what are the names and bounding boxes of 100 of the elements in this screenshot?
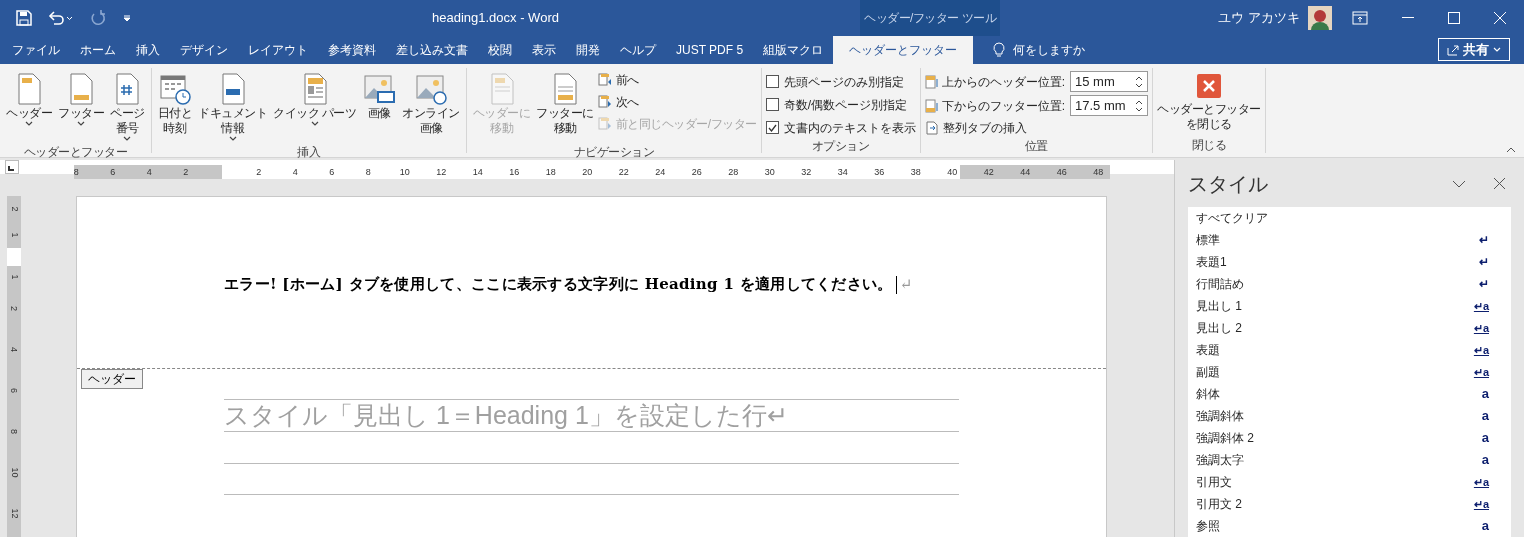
footer-position-icon [924,98,939,113]
character-style-mark: a [1481,385,1489,404]
spin-field[interactable]: 17.5 mm [1070,95,1149,116]
checkbox[interactable] [765,98,779,111]
undo-icon[interactable] [48,10,74,26]
style-item[interactable]: 引用文 ↵a [1188,471,1489,493]
spin-label: 上からのヘッダー位置: [941,73,1066,91]
ribbon-tab[interactable]: ホーム [70,36,126,64]
ribbon-button[interactable]: ドキュメント 情報 [196,68,269,144]
redo-icon[interactable] [90,10,106,26]
linked-style-mark: ↵a [1473,320,1489,336]
ribbon-button[interactable]: 日付と 時刻 [155,68,194,144]
style-item[interactable]: 見出し 2 ↵a [1188,317,1489,339]
ribbon-tab[interactable]: ヘルプ [610,36,666,64]
checkbox-label: 文書内のテキストを表示 [783,119,916,137]
minimize-icon[interactable] [1402,17,1414,19]
ribbon-small-button[interactable]: 次へ [597,92,757,111]
online-picture-icon [414,72,449,106]
ruler-number: 44 [1019,166,1032,179]
style-item[interactable]: 副題 ↵a [1188,361,1489,383]
ribbon-tab[interactable]: 組版マクロ [753,36,834,64]
ribbon-tab[interactable]: ファイル [2,36,70,64]
style-item[interactable]: 行間詰め ↵ [1188,273,1489,295]
picture-icon [362,72,397,106]
style-item[interactable]: 強調太字 a [1188,449,1489,471]
style-item[interactable]: 表題1 ↵ [1188,251,1489,273]
checkbox[interactable] [765,75,779,88]
ribbon-tab[interactable]: 校閲 [478,36,522,64]
checkbox[interactable] [765,121,779,134]
customize-icon[interactable] [122,13,132,23]
close-header-footer-button[interactable]: ヘッダーとフッター を閉じる [1157,68,1261,132]
ruler-number: 4 [291,166,299,179]
style-item[interactable]: すべてクリア [1188,207,1489,229]
style-item[interactable]: 強調斜体 a [1188,405,1489,427]
style-item[interactable]: 表題 ↵a [1188,339,1489,361]
style-item[interactable]: 斜体 a [1188,383,1489,405]
ruler-number: 1 [8,232,21,238]
linked-style-mark: ↵a [1473,342,1489,358]
style-item[interactable]: 標準 ↵ [1188,229,1489,251]
ruler-number: 6 [328,166,336,179]
ruler-number: 6 [109,166,117,179]
ribbon-button[interactable]: ページ 番号 [108,68,147,144]
close-icon [1196,74,1221,98]
ribbon-button[interactable]: ヘッダー [4,68,54,144]
maximize-icon[interactable] [1448,12,1460,24]
ribbon-tab[interactable]: JUST PDF 5 [666,36,754,64]
ruler-number: 2 [182,166,190,179]
paragraph-style-mark: ↵ [1479,232,1489,249]
ribbon-small-button[interactable]: 前へ [597,70,757,89]
style-item[interactable]: 見出し 1 ↵a [1188,295,1489,317]
caret-icon [310,121,319,126]
group-label: ナビゲーション [572,144,655,160]
spin-field[interactable]: 15 mm [1070,71,1149,92]
spin-label: 下からのフッター位置: [941,97,1066,115]
spin-arrows-icon[interactable] [1135,98,1144,113]
ribbon-tab[interactable]: レイアウト [238,36,318,64]
spin-arrows-icon[interactable] [1135,74,1144,89]
ribbon-button[interactable]: フッターに 移動 [534,68,596,144]
group-label: オプション [810,138,871,154]
ribbon-button[interactable]: オンライン 画像 [400,68,462,144]
insert-alignment-tab-button[interactable]: 整列タブの挿入 [924,118,1149,138]
caret-icon [123,136,132,141]
tell-me-field[interactable]: 何をしますか [1013,41,1086,59]
ribbon-tab[interactable]: 開発 [566,36,610,64]
share-button[interactable]: 共有 [1438,38,1510,61]
ruler-number: 24 [654,166,667,179]
ruler-number: 28 [727,166,740,179]
ruler-number: 30 [763,166,776,179]
ribbon-tab[interactable]: 表示 [522,36,566,64]
calendar-clock-icon [157,72,192,106]
ribbon-display-icon[interactable] [1352,11,1368,25]
style-item[interactable]: 強調斜体 2 a [1188,427,1489,449]
group-label: 挿入 [296,144,322,160]
save-icon[interactable] [16,10,32,26]
ribbon-tab[interactable]: ヘッダーとフッター [833,36,974,64]
ruler-number: 14 [471,166,484,179]
ribbon-tab[interactable]: デザイン [170,36,238,64]
ribbon-button[interactable]: クイック パーツ [271,68,359,144]
style-item[interactable]: 引用文 2 ↵a [1188,493,1489,515]
ribbon-button[interactable]: フッター [56,68,106,144]
group-label: 閉じる [1190,137,1228,153]
ruler-number: 10 [398,166,411,179]
ribbon-tab[interactable]: 差し込み文書 [386,36,478,64]
contextual-tab-label: ヘッダー/フッター ツール [860,0,1000,36]
avatar [1308,6,1332,30]
chevron-down-icon[interactable] [1452,179,1466,188]
paragraph-style-mark: ↵ [1479,254,1489,271]
caret-icon [25,121,33,126]
ribbon-tab[interactable]: 挿入 [126,36,170,64]
style-item[interactable]: 参照 a [1188,515,1489,537]
ruler-number: 38 [909,166,922,179]
tab-selector[interactable] [5,160,19,174]
collapse-ribbon-icon[interactable] [1506,147,1516,153]
ribbon-button[interactable]: 画像 [360,68,399,144]
ribbon-tab[interactable]: 参考資料 [318,36,386,64]
close-icon[interactable] [1494,178,1505,189]
alignment-tab-icon [924,121,939,135]
character-style-mark: a [1481,451,1489,470]
pane-title: スタイル [1188,171,1269,197]
ruler-number: 12 [435,166,448,179]
